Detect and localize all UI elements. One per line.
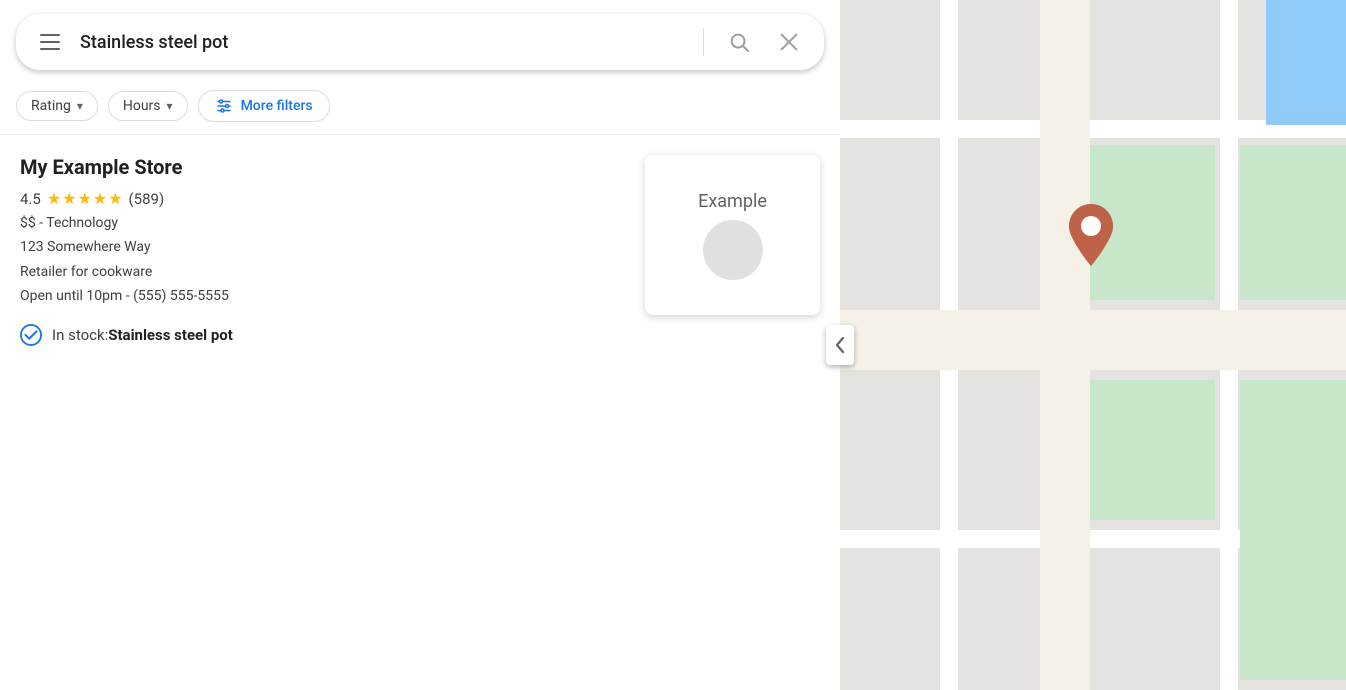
store-address: 123 Somewhere Way xyxy=(20,236,625,258)
search-button[interactable] xyxy=(720,23,758,61)
search-bar-container xyxy=(0,0,840,82)
search-bar xyxy=(16,14,824,70)
price-category: $$ - Technology xyxy=(20,212,625,234)
star-5: ★ xyxy=(108,189,122,208)
store-rating: 4.5 ★ ★ ★ ★ ★ (589) xyxy=(20,189,625,208)
chevron-left-icon xyxy=(834,336,846,354)
hamburger-menu-button[interactable] xyxy=(32,26,68,58)
hours-filter-chip[interactable]: Hours ▾ xyxy=(108,91,188,121)
in-stock-row: In stock:Stainless steel pot xyxy=(20,324,625,346)
map-blue-block xyxy=(1266,0,1346,125)
search-divider xyxy=(703,28,704,56)
star-1: ★ xyxy=(47,189,61,208)
location-pin-icon xyxy=(1064,200,1118,270)
star-3: ★ xyxy=(78,189,92,208)
in-stock-label: In stock: xyxy=(52,326,108,344)
review-count: (589) xyxy=(129,190,165,208)
map-green-block-4 xyxy=(1240,145,1346,300)
map-green-block-2 xyxy=(1070,380,1215,520)
rating-filter-label: Rating xyxy=(31,98,71,114)
store-hours: Open until 10pm - (555) 555-5555 xyxy=(20,285,625,307)
star-2: ★ xyxy=(62,189,76,208)
results-area: My Example Store 4.5 ★ ★ ★ ★ ★ (589) $$ … xyxy=(0,135,840,690)
collapse-panel-button[interactable] xyxy=(826,325,854,365)
map-background xyxy=(840,0,1346,690)
hamburger-icon xyxy=(40,34,60,50)
map-road-vertical-major xyxy=(1040,0,1090,690)
more-filters-button[interactable]: More filters xyxy=(198,90,330,122)
store-thumbnail[interactable]: Example xyxy=(645,155,820,315)
store-info: My Example Store 4.5 ★ ★ ★ ★ ★ (589) $$ … xyxy=(20,155,625,670)
sliders-icon xyxy=(215,97,233,115)
hours-chevron-icon: ▾ xyxy=(167,99,173,113)
stars: ★ ★ ★ ★ ★ xyxy=(47,189,123,208)
thumbnail-label: Example xyxy=(698,191,767,212)
in-stock-text: In stock:Stainless steel pot xyxy=(52,326,233,344)
filter-bar: Rating ▾ Hours ▾ More filters xyxy=(0,82,840,135)
clear-search-button[interactable] xyxy=(770,23,808,61)
map-panel[interactable] xyxy=(840,0,1346,690)
in-stock-item: Stainless steel pot xyxy=(108,326,233,344)
rating-filter-chip[interactable]: Rating ▾ xyxy=(16,91,98,121)
left-panel: Rating ▾ Hours ▾ More filters My Example… xyxy=(0,0,840,690)
close-icon xyxy=(778,31,800,53)
store-description: Retailer for cookware xyxy=(20,261,625,283)
map-road-horizontal-major xyxy=(840,310,1346,370)
thumbnail-circle xyxy=(703,220,763,280)
hours-filter-label: Hours xyxy=(123,98,161,114)
star-4: ★ xyxy=(93,189,107,208)
rating-number: 4.5 xyxy=(20,190,41,208)
store-name[interactable]: My Example Store xyxy=(20,155,625,179)
rating-chevron-icon: ▾ xyxy=(77,99,83,113)
search-input[interactable] xyxy=(80,32,687,53)
in-stock-icon xyxy=(20,324,42,346)
map-green-block-3 xyxy=(1240,380,1346,680)
more-filters-label: More filters xyxy=(241,98,313,114)
search-icon xyxy=(728,31,750,53)
map-pin[interactable] xyxy=(1064,200,1118,274)
